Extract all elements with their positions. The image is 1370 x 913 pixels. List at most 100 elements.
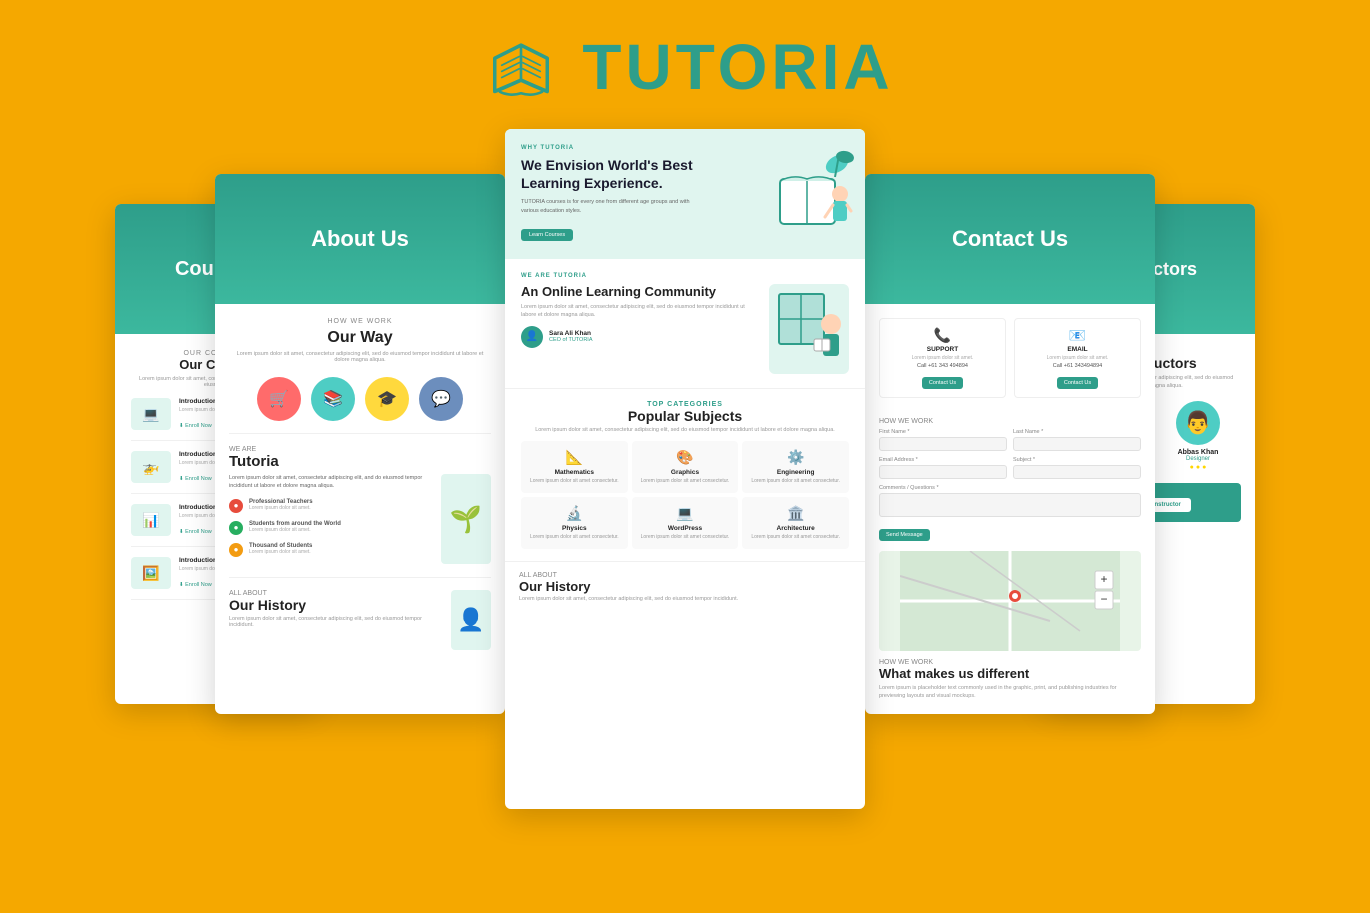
ceo-avatar: 👤: [521, 326, 543, 348]
bullet-list: ● Professional TeachersLorem ipsum dolor…: [229, 499, 433, 557]
contact-phone: Call +61 343 494894: [888, 363, 997, 369]
subject-input[interactable]: [1013, 465, 1141, 479]
form-row-name: First Name * Last Name *: [879, 429, 1141, 451]
contact-page-content: 📞 SUPPORT Lorem ipsum dolor sit amet. Ca…: [865, 304, 1155, 714]
tutoria-title: Tutoria: [229, 453, 491, 470]
icon-certif: 🎓: [365, 377, 409, 421]
ceo-name: Sara Ali Khan: [549, 330, 593, 337]
subjects-grid: 📐 Mathematics Lorem ipsum dolor sit amet…: [521, 441, 849, 549]
history-desc: Lorem ipsum dolor sit amet, consectetur …: [229, 616, 443, 628]
contact-support-card: 📞 SUPPORT Lorem ipsum dolor sit amet. Ca…: [879, 318, 1006, 398]
subject-physics: 🔬 Physics Lorem ipsum dolor sit amet con…: [521, 497, 628, 549]
learning-community-section: WE ARE TUTORIA An Online Learning Commun…: [505, 259, 865, 389]
subjects-title: Popular Subjects: [521, 408, 849, 424]
form-firstname: First Name *: [879, 429, 1007, 451]
contact-email-label: EMAIL: [1023, 346, 1132, 353]
icon-chat: 💬: [419, 377, 463, 421]
comments-textarea[interactable]: [879, 493, 1141, 517]
about-page-content: HOW WE WORK Our Way Lorem ipsum dolor si…: [215, 304, 505, 672]
how-we-work-label2: HOW WE WORK: [879, 659, 1141, 666]
about-banner-page: About Us HOW WE WORK Our Way Lorem ipsum…: [215, 174, 505, 714]
logo-text: TUTORIA: [582, 30, 893, 104]
form-row-email: Email Address * Subject *: [879, 457, 1141, 479]
email-input[interactable]: [879, 465, 1007, 479]
contact-banner-title: Contact Us: [952, 226, 1068, 252]
contact-email-btn[interactable]: Contact Us: [1057, 377, 1098, 389]
how-we-work-label: HOW WE WORK: [229, 318, 491, 325]
subject-physics-icon: 🔬: [527, 505, 622, 522]
subject-label: Subject *: [1013, 457, 1141, 463]
form-comments: Comments / Questions *: [879, 485, 1141, 517]
contact-cards-row: 📞 SUPPORT Lorem ipsum dolor sit amet. Ca…: [879, 318, 1141, 406]
email-label: Email Address *: [879, 457, 1007, 463]
subject-arch-desc: Lorem ipsum dolor sit amet consectetur.: [748, 534, 843, 541]
hero-heading: We Envision World's Best Learning Experi…: [521, 156, 701, 192]
course-thumb-3: 📊: [131, 504, 171, 536]
send-message-btn[interactable]: Send Message: [879, 529, 930, 541]
form-lastname: Last Name *: [1013, 429, 1141, 451]
subject-physics-desc: Lorem ipsum dolor sit amet consectetur.: [527, 534, 622, 541]
contact-support-label: SUPPORT: [888, 346, 997, 353]
community-heading: An Online Learning Community: [521, 284, 759, 299]
abbas-avatar: 👨: [1176, 401, 1220, 445]
bullet-dot-1: ●: [229, 499, 243, 513]
icon-cart: 🛒: [257, 377, 301, 421]
subject-graphics-icon: 🎨: [638, 449, 733, 466]
subject-arch-name: Architecture: [748, 525, 843, 532]
subject-math-desc: Lorem ipsum dolor sit amet consectetur.: [527, 478, 622, 485]
bullet-dot-2: ●: [229, 521, 243, 535]
tutoria-illustration: 🌱: [441, 474, 491, 564]
our-history-desc: Lorem ipsum dolor sit amet, consectetur …: [519, 596, 851, 602]
subject-eng-desc: Lorem ipsum dolor sit amet consectetur.: [748, 478, 843, 485]
icon-circles-row: 🛒 📚 🎓 💬: [229, 377, 491, 421]
icon-learn: 📚: [311, 377, 355, 421]
community-subtext: Lorem ipsum dolor sit amet, consectetur …: [521, 303, 759, 320]
different-desc: Lorem ipsum is placeholder text commonly…: [879, 684, 1141, 701]
comments-label: Comments / Questions *: [879, 485, 1141, 491]
pages-mosaic: Courses OUR COURSES Our Course Lorem ips…: [85, 124, 1285, 844]
svg-text:+: +: [1100, 572, 1107, 586]
history-tag: ALL ABOUT: [229, 590, 443, 597]
history-bottom-section: ALL ABOUT Our History Lorem ipsum dolor …: [505, 561, 865, 612]
our-history-title: Our History: [519, 579, 851, 594]
lastname-input[interactable]: [1013, 437, 1141, 451]
contact-email-addr: Call +61 343494894: [1023, 363, 1132, 369]
ceo-row: 👤 Sara Ali Khan CEO of TUTORIA: [521, 326, 759, 348]
history-section: ALL ABOUT Our History Lorem ipsum dolor …: [229, 582, 491, 658]
different-section: HOW WE WORK What makes us different Lore…: [879, 659, 1141, 701]
instructor-abbas: 👨 Abbas Khan Designer ● ● ●: [1155, 401, 1241, 471]
community-illustration: [769, 284, 849, 374]
course-thumb-2: 🚁: [131, 451, 171, 483]
firstname-input[interactable]: [879, 437, 1007, 451]
center-page-inner: WHY TUTORIA We Envision World's Best Lea…: [505, 129, 865, 809]
subject-wp-name: WordPress: [638, 525, 733, 532]
course-thumb-1: 💻: [131, 398, 171, 430]
bullet-dot-3: ●: [229, 543, 243, 557]
subject-physics-name: Physics: [527, 525, 622, 532]
hero-cta-button[interactable]: Learn Courses: [521, 229, 573, 241]
different-title: What makes us different: [879, 666, 1141, 681]
about-banner-title: About Us: [311, 226, 409, 252]
abbas-name: Abbas Khan: [1155, 449, 1241, 456]
history-illustration: 👤: [451, 590, 491, 650]
all-about-label: ALL ABOUT: [519, 572, 851, 579]
lastname-label: Last Name *: [1013, 429, 1141, 435]
subject-math-name: Mathematics: [527, 469, 622, 476]
subject-engineering: ⚙️ Engineering Lorem ipsum dolor sit ame…: [742, 441, 849, 493]
our-way-desc: Lorem ipsum dolor sit amet, consectetur …: [229, 351, 491, 363]
subject-graphics-name: Graphics: [638, 469, 733, 476]
subjects-tag: TOP CATEGORIES: [521, 401, 849, 408]
map-placeholder: + −: [879, 551, 1141, 651]
svg-text:−: −: [1100, 592, 1107, 606]
bullet-2: ● Students from around the WorldLorem ip…: [229, 521, 433, 535]
abbas-role: Designer: [1155, 456, 1241, 462]
form-email: Email Address *: [879, 457, 1007, 479]
contact-support-btn[interactable]: Contact Us: [922, 377, 963, 389]
center-main-page: WHY TUTORIA We Envision World's Best Lea…: [505, 129, 865, 809]
tutoria-section: WE ARE Tutoria Lorem ipsum dolor sit ame…: [229, 438, 491, 573]
form-tag: HOW WE WORK: [879, 418, 1141, 425]
form-subject: Subject *: [1013, 457, 1141, 479]
contact-support-desc: Lorem ipsum dolor sit amet.: [888, 355, 997, 361]
subjects-desc: Lorem ipsum dolor sit amet, consectetur …: [521, 427, 849, 433]
contact-email-desc: Lorem ipsum dolor sit amet.: [1023, 355, 1132, 361]
